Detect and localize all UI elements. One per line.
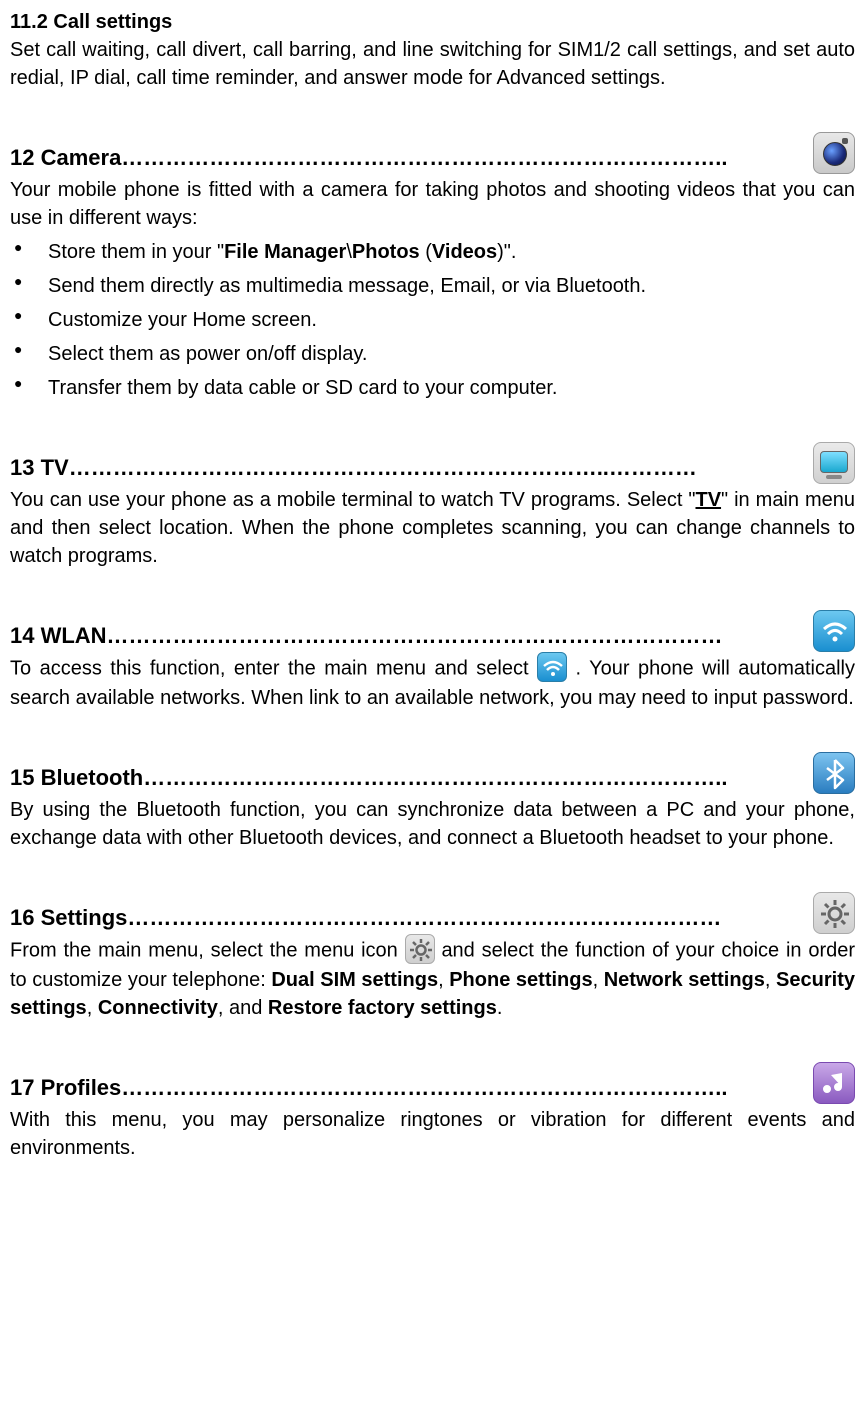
bullet-12-1: Store them in your "File Manager\Photos … — [10, 238, 855, 266]
body-14: To access this function, enter the main … — [10, 654, 855, 712]
bullet-12-5: Transfer them by data cable or SD card t… — [10, 374, 855, 402]
tv-bold: TV — [695, 489, 721, 511]
opt-dual-sim: Dual SIM settings — [271, 969, 438, 991]
opt-network: Network settings — [604, 969, 765, 991]
opt-phone: Phone settings — [449, 969, 592, 991]
text-bold: Videos — [432, 241, 497, 263]
settings-inline-icon — [405, 934, 435, 964]
text: To access this function, enter the main … — [10, 657, 537, 679]
text: From the main menu, select the menu icon — [10, 939, 405, 961]
heading-15: 15 Bluetooth…………………………………………………………………….. — [10, 763, 727, 794]
text: , — [593, 969, 604, 991]
wlan-inline-icon — [537, 652, 567, 682]
camera-icon — [813, 132, 855, 174]
text: , — [438, 969, 449, 991]
settings-icon — [813, 892, 855, 934]
text: Store them in your " — [48, 241, 224, 263]
text: , — [87, 997, 98, 1019]
text: )". — [497, 241, 516, 263]
bullet-12-4: Select them as power on/off display. — [10, 340, 855, 368]
wlan-icon — [813, 610, 855, 652]
text-bold: Photos — [352, 241, 420, 263]
body-11-2: Set call waiting, call divert, call barr… — [10, 36, 855, 92]
bullet-list-12: Store them in your "File Manager\Photos … — [10, 238, 855, 402]
opt-connectivity: Connectivity — [98, 997, 218, 1019]
body-13: You can use your phone as a mobile termi… — [10, 486, 855, 570]
text: ( — [420, 241, 432, 263]
opt-restore: Restore factory settings — [268, 997, 497, 1019]
text-bold: File Manager — [224, 241, 346, 263]
text: , — [765, 969, 776, 991]
heading-17: 17 Profiles……………………………………………………………………….. — [10, 1073, 728, 1104]
text: You can use your phone as a mobile termi… — [10, 489, 695, 511]
body-17: With this menu, you may personalize ring… — [10, 1106, 855, 1162]
bullet-12-2: Send them directly as multimedia message… — [10, 272, 855, 300]
heading-14: 14 WLAN………………………………………………………………………… — [10, 621, 723, 652]
heading-16: 16 Settings……………………………………………………………………… — [10, 903, 721, 934]
body-16: From the main menu, select the menu icon… — [10, 936, 855, 1022]
bullet-12-3: Customize your Home screen. — [10, 306, 855, 334]
intro-12: Your mobile phone is fitted with a camer… — [10, 176, 855, 232]
heading-12: 12 Camera……………………………………………………………………….. — [10, 143, 728, 174]
tv-icon — [813, 442, 855, 484]
bluetooth-icon — [813, 752, 855, 794]
heading-13: 13 TV………………………………………………………………..………… — [10, 453, 697, 484]
text: , and — [218, 997, 268, 1019]
heading-11-2: 11.2 Call settings — [10, 8, 855, 36]
text: . — [497, 997, 503, 1019]
body-15: By using the Bluetooth function, you can… — [10, 796, 855, 852]
profiles-icon — [813, 1062, 855, 1104]
